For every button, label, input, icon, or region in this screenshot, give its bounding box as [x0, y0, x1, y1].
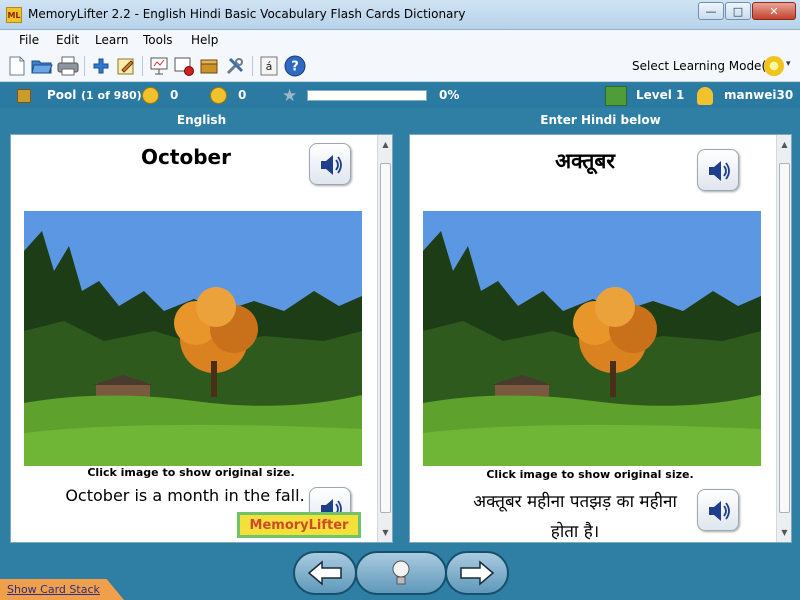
menu-file[interactable]: File	[19, 33, 39, 47]
scrollbar-thumb[interactable]	[380, 163, 391, 513]
menu-tools[interactable]: Tools	[143, 33, 173, 47]
question-card-scrollbar[interactable]: ▲ ▼	[377, 135, 392, 542]
play-answer-audio-button[interactable]	[697, 149, 739, 191]
answer-image[interactable]	[423, 211, 761, 466]
open-folder-icon[interactable]	[31, 55, 53, 77]
question-sentence: October is a month in the fall.	[65, 486, 305, 505]
progress-text: 0%	[439, 88, 460, 102]
special-chars-icon[interactable]: á	[258, 55, 280, 77]
menu-bar: File Edit Learn Tools Help	[0, 30, 800, 50]
star-icon: ★	[282, 86, 298, 106]
learning-mode-gear-icon[interactable]	[764, 56, 784, 76]
question-card: October Click image to show original siz…	[10, 134, 393, 543]
svg-text:?: ?	[291, 60, 299, 75]
answer-column-header: Enter Hindi below	[540, 113, 661, 127]
play-word-audio-button[interactable]	[309, 143, 351, 185]
toolbar-separator	[142, 56, 143, 76]
chevron-down-icon[interactable]: ▾	[786, 59, 791, 69]
minimize-button[interactable]: —	[698, 2, 724, 20]
show-card-stack-link[interactable]: Show Card Stack	[7, 583, 100, 596]
memorylifter-logo: MemoryLifter	[237, 512, 361, 538]
question-column-header: English	[176, 113, 227, 127]
arrow-left-icon	[307, 560, 342, 586]
scroll-down-arrow-icon[interactable]: ▼	[777, 525, 791, 540]
speaker-icon	[321, 155, 342, 175]
previous-card-button[interactable]	[293, 551, 357, 595]
status-bar: Pool (1 of 980) 0 0 ★ 0% Level 1 manwei3…	[0, 84, 800, 108]
image-caption: Click image to show original size.	[87, 466, 295, 479]
presentation-icon[interactable]	[148, 55, 170, 77]
scrollbar-thumb[interactable]	[779, 163, 790, 513]
learning-mode-label[interactable]: Select Learning Mode(s)	[632, 59, 777, 73]
maximize-button[interactable]: □	[725, 2, 751, 20]
add-card-icon[interactable]	[90, 55, 112, 77]
level-label: Level 1	[636, 88, 685, 102]
settings-tools-icon[interactable]	[224, 55, 246, 77]
speaker-icon	[709, 161, 730, 181]
new-document-icon[interactable]	[6, 55, 28, 77]
image-caption: Click image to show original size.	[486, 468, 694, 481]
scroll-down-arrow-icon[interactable]: ▼	[378, 525, 392, 540]
menu-learn[interactable]: Learn	[95, 33, 129, 47]
slideshow-icon[interactable]	[173, 55, 195, 77]
user-icon	[697, 87, 713, 105]
toolbar-separator	[84, 56, 85, 76]
answer-card: अक्तूबर Click image to show original siz…	[409, 134, 792, 543]
toolbar: á ? Select Learning Mode(s) ▾	[0, 50, 800, 82]
progress-bar	[307, 90, 427, 101]
arrow-right-icon	[460, 560, 495, 586]
hint-button[interactable]	[355, 551, 447, 595]
print-icon[interactable]	[57, 55, 79, 77]
lightbulb-icon	[392, 560, 410, 585]
scroll-up-arrow-icon[interactable]: ▲	[777, 137, 791, 152]
window-title: MemoryLifter 2.2 - English Hindi Basic V…	[28, 7, 466, 21]
answer-card-scrollbar[interactable]: ▲ ▼	[776, 135, 791, 542]
menu-help[interactable]: Help	[191, 33, 218, 47]
title-bar: ML MemoryLifter 2.2 - English Hindi Basi…	[0, 0, 800, 30]
svg-text:á: á	[266, 60, 273, 73]
question-image[interactable]	[24, 211, 362, 466]
wrong-count: 0	[238, 88, 247, 102]
app-icon: ML	[6, 7, 22, 23]
wrong-smiley-icon	[210, 87, 227, 104]
scroll-up-arrow-icon[interactable]: ▲	[378, 137, 392, 152]
toolbar-separator	[252, 56, 253, 76]
level-icon	[605, 86, 627, 106]
pool-label: Pool	[47, 88, 77, 102]
answer-sentence: अक्तूबर महीना पतझड़ का महीना होता है।	[473, 492, 677, 542]
correct-count: 0	[170, 88, 179, 102]
help-icon[interactable]: ?	[284, 55, 306, 77]
edit-card-icon[interactable]	[115, 55, 137, 77]
show-card-stack-tab[interactable]: Show Card Stack	[0, 579, 124, 600]
close-button[interactable]: ✕	[752, 2, 796, 20]
menu-edit[interactable]: Edit	[56, 33, 79, 47]
pool-icon	[17, 89, 31, 103]
username: manwei30	[724, 88, 794, 102]
play-answer-sentence-audio-button[interactable]	[697, 489, 739, 531]
box-icon[interactable]	[198, 55, 220, 77]
correct-smiley-icon	[142, 87, 159, 104]
speaker-icon	[709, 501, 730, 521]
next-card-button[interactable]	[445, 551, 509, 595]
pool-count: (1 of 980)	[81, 89, 142, 102]
